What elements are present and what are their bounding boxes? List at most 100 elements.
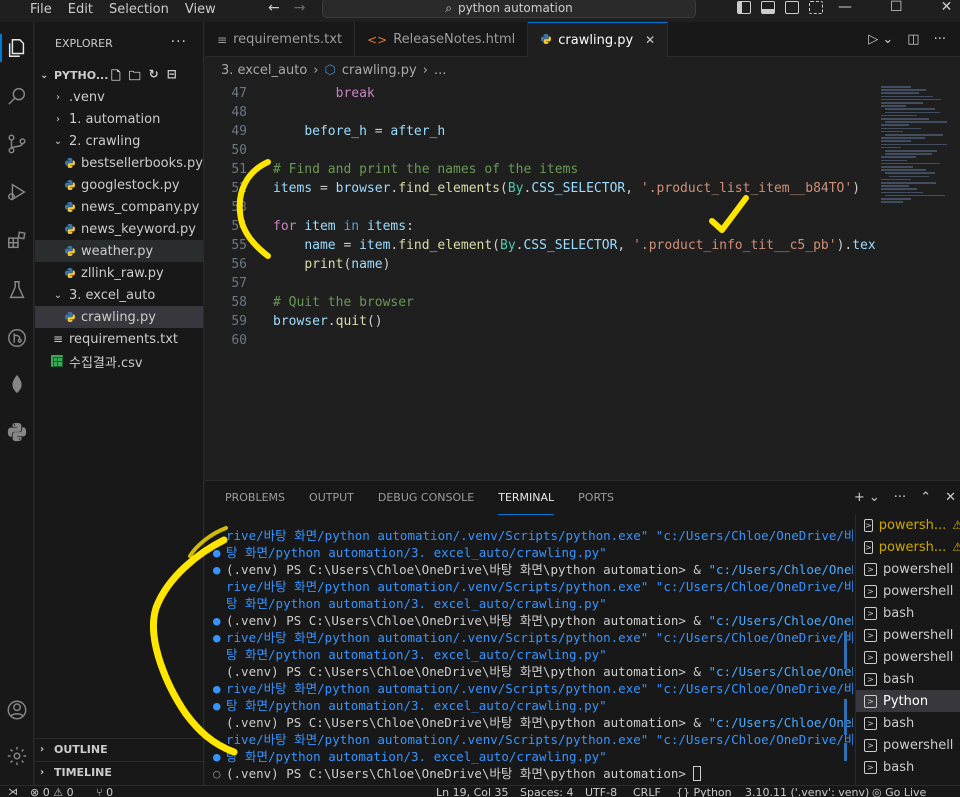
source-control-icon[interactable] xyxy=(0,128,34,160)
python-interpreter[interactable]: 3.10.11 ('.venv': venv) xyxy=(745,786,869,797)
terminal-instance[interactable]: > powershell xyxy=(856,734,960,756)
maximize-panel-icon[interactable]: ⌃ xyxy=(920,490,931,505)
eol-status[interactable]: CRLF xyxy=(633,786,661,797)
tab-releasenotes-html[interactable]: <> ReleaseNotes.html xyxy=(355,22,529,57)
command-decoration-icon[interactable]: ● xyxy=(213,612,226,629)
tree-file[interactable]: ≡ requirements.txt xyxy=(35,328,203,350)
menu-selection[interactable]: Selection xyxy=(101,0,177,20)
command-decoration-icon[interactable]: ● xyxy=(213,680,226,697)
command-decoration-icon[interactable]: ● xyxy=(213,544,226,561)
command-decoration-icon[interactable]: ● xyxy=(213,748,226,765)
more-actions-icon[interactable]: ··· xyxy=(894,490,906,505)
tree-folder[interactable]: › .venv xyxy=(35,86,203,108)
new-file-icon[interactable]: 🗋 xyxy=(111,67,121,88)
terminal-instance[interactable]: > bash xyxy=(856,668,960,690)
command-decoration-icon[interactable]: ○ xyxy=(213,765,226,782)
toggle-sidebar-icon[interactable] xyxy=(737,1,751,14)
back-icon[interactable]: ← xyxy=(268,0,280,16)
python-file-icon: ⬡ xyxy=(324,62,336,78)
terminal-instance[interactable]: > Python xyxy=(856,690,960,712)
tab-requirements-txt[interactable]: ≡ requirements.txt xyxy=(205,22,356,57)
language-mode[interactable]: {} Python xyxy=(676,786,732,797)
close-window-button[interactable]: ✕ xyxy=(941,0,953,14)
tree-folder[interactable]: ⌄ 3. excel_auto xyxy=(35,284,203,306)
panel-tab-output[interactable]: OUTPUT xyxy=(309,491,354,515)
tree-file[interactable]: news_company.py xyxy=(35,196,203,218)
maximize-button[interactable]: ☐ xyxy=(890,0,903,14)
close-panel-icon[interactable]: ✕ xyxy=(945,490,956,505)
search-icon[interactable] xyxy=(0,80,34,112)
tree-file[interactable]: bestsellerbooks.py xyxy=(35,152,203,174)
new-folder-icon[interactable]: 🗀 xyxy=(129,67,141,88)
outline-section[interactable]: › OUTLINE xyxy=(35,738,204,760)
tree-file[interactable]: crawling.py xyxy=(35,306,203,328)
command-decoration-icon[interactable]: ● xyxy=(213,629,226,646)
tree-folder[interactable]: › 1. automation xyxy=(35,108,203,130)
run-debug-icon[interactable] xyxy=(0,176,34,208)
collapse-all-icon[interactable]: ⊟ xyxy=(167,67,177,88)
run-python-icon[interactable]: ▷ ⌄ xyxy=(868,32,893,47)
close-icon[interactable]: ✕ xyxy=(645,33,655,47)
account-icon[interactable] xyxy=(0,694,34,726)
panel-tab-debug-console[interactable]: DEBUG CONSOLE xyxy=(378,491,474,515)
command-decoration-icon[interactable]: ● xyxy=(213,561,226,578)
extensions-icon[interactable] xyxy=(0,224,34,256)
terminal[interactable]: rive/바탕 화면/python automation/.venv/Scrip… xyxy=(205,521,853,786)
settings-gear-icon[interactable] xyxy=(0,740,34,772)
command-decoration-icon[interactable]: ● xyxy=(213,697,226,714)
remote-icon[interactable] xyxy=(0,322,34,354)
timeline-section[interactable]: › TIMELINE xyxy=(35,761,204,783)
toggle-panel-icon[interactable] xyxy=(761,1,775,14)
toggle-secondary-sidebar-icon[interactable] xyxy=(785,1,799,14)
encoding-status[interactable]: UTF-8 xyxy=(585,786,617,797)
menu-view[interactable]: View xyxy=(177,0,224,20)
code-editor[interactable]: 47 break 48 49 before_h = after_h 50 51 # Fin… xyxy=(205,82,875,480)
code-line: 54 for item in items: xyxy=(205,217,875,236)
terminal-instance[interactable]: > powersh... ⚠ xyxy=(856,536,960,558)
tree-file[interactable]: weather.py xyxy=(35,240,203,262)
terminal-instance[interactable]: > powersh... ⚠ xyxy=(856,514,960,536)
mongodb-icon[interactable] xyxy=(0,368,34,400)
terminal-instance[interactable]: > bash xyxy=(856,602,960,624)
cursor-position[interactable]: Ln 19, Col 35 xyxy=(436,786,509,797)
breadcrumb-folder[interactable]: 3. excel_auto xyxy=(221,63,307,78)
tab-crawling-py[interactable]: crawling.py ✕ xyxy=(528,22,669,57)
customize-layout-icon[interactable] xyxy=(809,1,823,14)
menu-file[interactable]: File xyxy=(0,0,60,20)
panel-tab-problems[interactable]: PROBLEMS xyxy=(225,491,285,515)
terminal-instance[interactable]: > powershell xyxy=(856,646,960,668)
remote-indicator-icon[interactable]: ⋊ xyxy=(8,786,18,797)
forward-icon[interactable]: → xyxy=(294,0,306,16)
tree-file[interactable]: googlestock.py xyxy=(35,174,203,196)
tree-folder[interactable]: ⌄ 2. crawling xyxy=(35,130,203,152)
ports-status[interactable]: ⑂ 0 xyxy=(96,786,113,797)
indentation-status[interactable]: Spaces: 4 xyxy=(520,786,573,797)
python-icon[interactable] xyxy=(0,416,34,448)
minimap[interactable] xyxy=(875,82,960,480)
go-live-button[interactable]: ◎ Go Live xyxy=(872,786,926,797)
tree-file[interactable]: news_keyword.py xyxy=(35,218,203,240)
terminal-instance[interactable]: > powershell xyxy=(856,624,960,646)
new-terminal-icon[interactable]: + ⌄ xyxy=(854,490,880,505)
terminal-instance[interactable]: > bash xyxy=(856,712,960,734)
terminal-instance[interactable]: > powershell xyxy=(856,580,960,602)
more-actions-icon[interactable]: ··· xyxy=(934,32,946,47)
command-center[interactable]: ⌕ python automation xyxy=(322,0,696,18)
minimize-button[interactable]: — xyxy=(838,0,852,14)
workspace-root[interactable]: ⌄ PYTHO... 🗋 🗀 ↻ ⊟ xyxy=(35,64,203,86)
terminal-instance[interactable]: > powershell xyxy=(856,558,960,580)
testing-icon[interactable] xyxy=(0,274,34,306)
terminal-instance[interactable]: > bash xyxy=(856,756,960,778)
problems-status[interactable]: ⊗ 0 ⚠ 0 xyxy=(30,786,74,797)
explorer-icon[interactable] xyxy=(0,32,34,64)
breadcrumb-file[interactable]: crawling.py xyxy=(342,63,417,78)
refresh-icon[interactable]: ↻ xyxy=(149,67,159,88)
tree-file[interactable]: zllink_raw.py xyxy=(35,262,203,284)
breadcrumb-symbols[interactable]: ... xyxy=(434,63,446,78)
more-actions-icon[interactable]: ··· xyxy=(171,34,187,50)
tree-file[interactable]: 수집결과.csv xyxy=(35,350,203,372)
split-editor-icon[interactable]: ◫ xyxy=(907,32,919,47)
panel-tab-ports[interactable]: PORTS xyxy=(578,491,614,515)
panel-tab-terminal[interactable]: TERMINAL xyxy=(498,491,555,515)
menu-edit[interactable]: Edit xyxy=(60,0,101,20)
